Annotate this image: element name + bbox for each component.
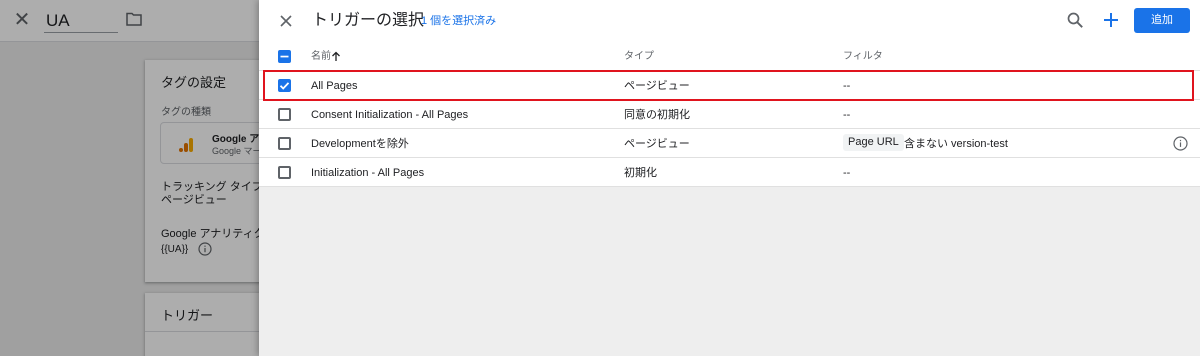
table-row[interactable]: All Pages ページビュー -- bbox=[259, 71, 1200, 100]
table-row[interactable]: Initialization - All Pages 初期化 -- bbox=[259, 158, 1200, 187]
trigger-name: Consent Initialization - All Pages bbox=[311, 109, 469, 121]
add-button[interactable]: 追加 bbox=[1134, 8, 1190, 33]
trigger-selection-panel: トリガーの選択 1 個を選択済み 追加 名前 タイプ フィルタ All Page… bbox=[259, 0, 1200, 356]
trigger-type: 初期化 bbox=[624, 167, 657, 179]
add-icon[interactable] bbox=[1101, 10, 1121, 30]
trigger-name: Developmentを除外 bbox=[311, 138, 409, 150]
sort-arrow-up-icon[interactable] bbox=[331, 51, 341, 62]
info-icon[interactable] bbox=[1173, 136, 1188, 151]
row-checkbox[interactable] bbox=[278, 166, 291, 179]
check-icon bbox=[279, 82, 290, 90]
trigger-filter: -- bbox=[843, 167, 851, 179]
trigger-type: ページビュー bbox=[624, 138, 690, 150]
panel-header: トリガーの選択 1 個を選択済み 追加 bbox=[259, 0, 1200, 42]
row-checkbox[interactable] bbox=[278, 79, 291, 92]
trigger-name: Initialization - All Pages bbox=[311, 167, 425, 179]
trigger-filter: -- bbox=[843, 109, 851, 121]
panel-title: トリガーの選択 bbox=[312, 12, 425, 29]
select-all-checkbox[interactable] bbox=[278, 50, 291, 63]
trigger-type: 同意の初期化 bbox=[624, 109, 690, 121]
trigger-name: All Pages bbox=[311, 80, 358, 92]
search-icon[interactable] bbox=[1066, 11, 1084, 29]
trigger-filter: -- bbox=[843, 80, 851, 92]
trigger-table: 名前 タイプ フィルタ All Pages ページビュー -- Consent … bbox=[259, 42, 1200, 187]
close-icon[interactable] bbox=[276, 11, 296, 31]
table-row[interactable]: Consent Initialization - All Pages 同意の初期… bbox=[259, 100, 1200, 129]
trigger-type: ページビュー bbox=[624, 80, 690, 92]
column-name-header[interactable]: 名前 bbox=[311, 51, 331, 63]
selected-count-link[interactable]: 1 個を選択済み bbox=[421, 14, 496, 28]
row-checkbox[interactable] bbox=[278, 108, 291, 121]
indeterminate-icon bbox=[280, 55, 289, 58]
column-filter-header[interactable]: フィルタ bbox=[843, 51, 883, 63]
table-row[interactable]: Developmentを除外 ページビュー Page URL 含まない vers… bbox=[259, 129, 1200, 158]
filter-variable-chip: Page URL bbox=[843, 134, 904, 151]
table-header: 名前 タイプ フィルタ bbox=[259, 42, 1200, 71]
trigger-filter: 含まない version-test bbox=[904, 138, 1008, 150]
column-type-header[interactable]: タイプ bbox=[624, 51, 654, 63]
row-checkbox[interactable] bbox=[278, 137, 291, 150]
